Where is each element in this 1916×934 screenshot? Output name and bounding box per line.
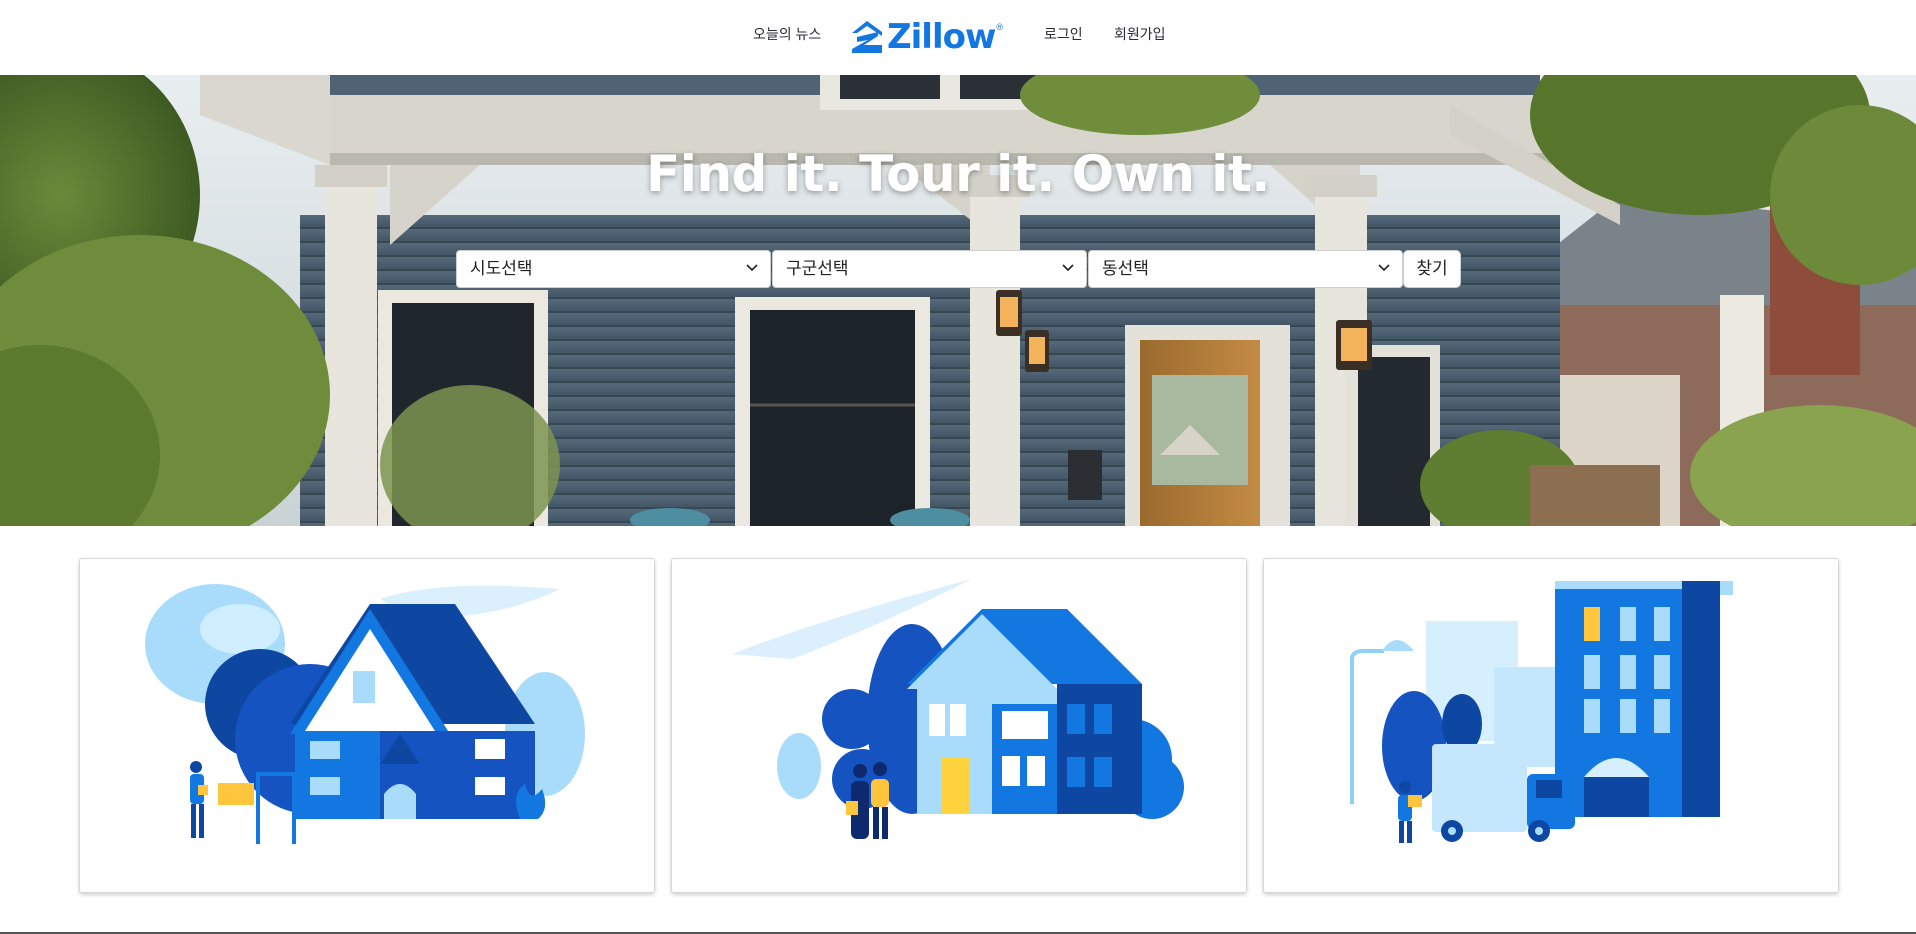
login-link[interactable]: 로그인: [1044, 24, 1083, 44]
registered-mark: ®: [996, 22, 1004, 32]
sido-select-value: 시도선택: [470, 259, 533, 278]
card-buy[interactable]: [79, 558, 655, 893]
signup-link[interactable]: 회원가입: [1114, 24, 1166, 44]
card-rent[interactable]: [1263, 558, 1839, 893]
dong-select-value: 동선택: [1102, 259, 1149, 278]
card-sell[interactable]: [671, 558, 1247, 893]
gugun-select[interactable]: 구군선택: [772, 250, 1087, 288]
gugun-select-value: 구군선택: [786, 259, 849, 278]
top-header: 오늘의 뉴스 Zillow ® 로그인 회원가입: [0, 0, 1916, 75]
hero-title: Find it. Tour it. Own it.: [646, 145, 1270, 203]
dong-select[interactable]: 동선택: [1088, 250, 1403, 288]
hero-banner: Find it. Tour it. Own it. 시도선택 구군선택 동선택 …: [0, 75, 1916, 526]
chevron-down-icon: [1062, 264, 1074, 272]
nav-news-link[interactable]: 오늘의 뉴스: [753, 24, 821, 44]
couple-in-front-of-house-illustration: [732, 579, 1184, 839]
logo-wordmark: Zillow: [887, 17, 996, 57]
chevron-down-icon: [746, 264, 758, 272]
zillow-logo[interactable]: Zillow ®: [851, 18, 1003, 56]
house-with-for-sale-sign-illustration: [145, 584, 585, 844]
hero-house-photo: [0, 75, 1916, 526]
find-button[interactable]: 찾기: [1403, 250, 1461, 288]
sido-select[interactable]: 시도선택: [456, 250, 771, 288]
zillow-logo-icon: [852, 21, 882, 53]
chevron-down-icon: [1378, 264, 1390, 272]
moving-truck-apartment-building-illustration: [1350, 581, 1733, 843]
